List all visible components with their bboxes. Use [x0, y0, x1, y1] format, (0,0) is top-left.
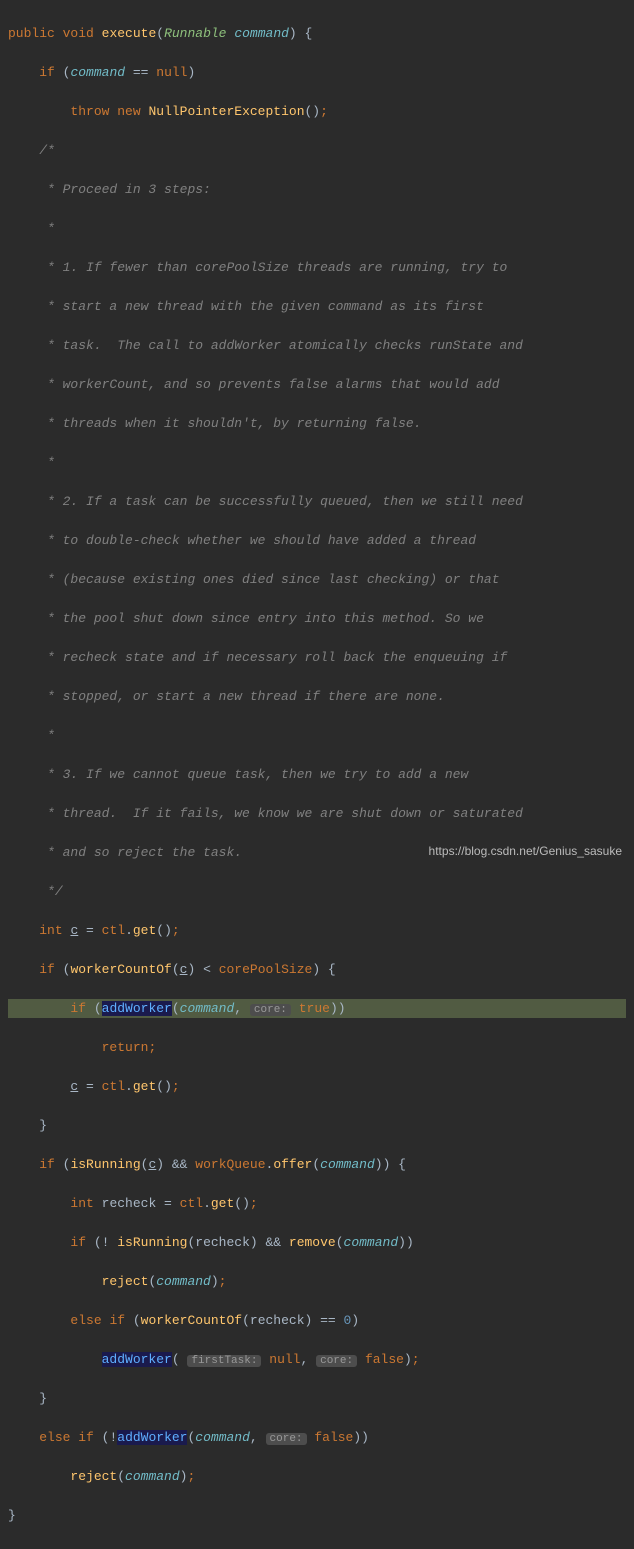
- code-line: public void execute(Runnable command) {: [8, 24, 626, 44]
- code-line: return;: [8, 1038, 626, 1058]
- code-line: *: [8, 219, 626, 239]
- watermark: https://blog.csdn.net/Genius_sasuke: [429, 842, 622, 860]
- code-line: * workerCount, and so prevents false ala…: [8, 375, 626, 395]
- code-line: }: [8, 1116, 626, 1136]
- code-line-highlighted: if (addWorker(command, core: true)): [8, 999, 626, 1019]
- code-line: addWorker( firstTask: null, core: false)…: [8, 1350, 626, 1370]
- code-line: }: [8, 1506, 626, 1526]
- code-line: int recheck = ctl.get();: [8, 1194, 626, 1214]
- code-line: * threads when it shouldn't, by returnin…: [8, 414, 626, 434]
- code-line: if (isRunning(c) && workQueue.offer(comm…: [8, 1155, 626, 1175]
- code-line: int c = ctl.get();: [8, 921, 626, 941]
- code-line: if (! isRunning(recheck) && remove(comma…: [8, 1233, 626, 1253]
- code-line: *: [8, 726, 626, 746]
- code-line: /*: [8, 141, 626, 161]
- code-line: c = ctl.get();: [8, 1077, 626, 1097]
- code-line: * Proceed in 3 steps:: [8, 180, 626, 200]
- param-hint: firstTask:: [187, 1355, 261, 1367]
- code-line: * 1. If fewer than corePoolSize threads …: [8, 258, 626, 278]
- code-line: * thread. If it fails, we know we are sh…: [8, 804, 626, 824]
- code-line: }: [8, 1389, 626, 1409]
- code-line: */: [8, 882, 626, 902]
- code-editor[interactable]: public void execute(Runnable command) { …: [0, 0, 634, 1549]
- code-line: if (workerCountOf(c) < corePoolSize) {: [8, 960, 626, 980]
- param-hint: core:: [266, 1433, 307, 1445]
- param-hint: core:: [250, 1004, 291, 1016]
- code-line: * the pool shut down since entry into th…: [8, 609, 626, 629]
- code-line: * 3. If we cannot queue task, then we tr…: [8, 765, 626, 785]
- code-line: throw new NullPointerException();: [8, 102, 626, 122]
- code-line: * recheck state and if necessary roll ba…: [8, 648, 626, 668]
- code-line: * stopped, or start a new thread if ther…: [8, 687, 626, 707]
- code-line: * task. The call to addWorker atomically…: [8, 336, 626, 356]
- code-line: *: [8, 453, 626, 473]
- code-line: * (because existing ones died since last…: [8, 570, 626, 590]
- code-line: else if (workerCountOf(recheck) == 0): [8, 1311, 626, 1331]
- code-line: * 2. If a task can be successfully queue…: [8, 492, 626, 512]
- code-line: reject(command);: [8, 1467, 626, 1487]
- code-line: reject(command);: [8, 1272, 626, 1292]
- code-line: if (command == null): [8, 63, 626, 83]
- code-line: else if (!addWorker(command, core: false…: [8, 1428, 626, 1448]
- code-line: * to double-check whether we should have…: [8, 531, 626, 551]
- code-line: * start a new thread with the given comm…: [8, 297, 626, 317]
- param-hint: core:: [316, 1355, 357, 1367]
